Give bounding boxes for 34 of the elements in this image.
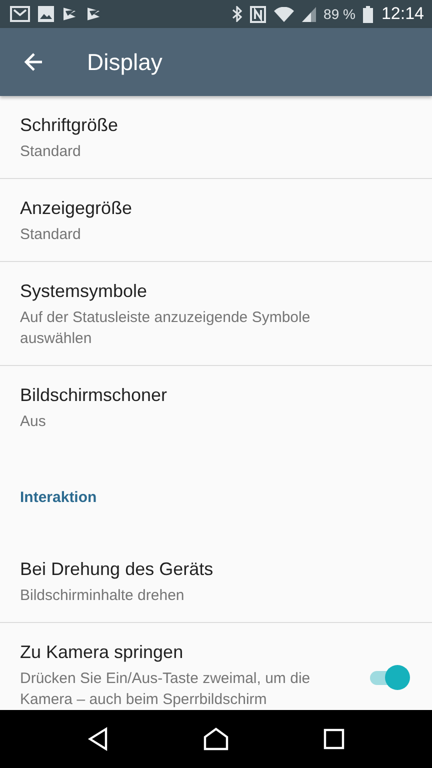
recents-icon[interactable] <box>323 728 345 750</box>
envelope-icon <box>10 6 30 22</box>
check-flag-icon <box>62 6 78 22</box>
setting-item[interactable]: Bei Drehung des Geräts Bildschirminhalte drehen <box>0 540 432 623</box>
setting-summary: Auf der Statusleiste anzuzeigende Symbole auswählen <box>20 308 312 349</box>
setting-item[interactable]: Anzeigegröße Standard <box>0 179 432 262</box>
image-icon <box>38 6 54 22</box>
setting-summary: Standard <box>20 225 82 245</box>
battery-icon <box>363 6 374 22</box>
setting-title: Anzeigegröße <box>20 197 134 220</box>
screen-title: Display <box>87 48 162 76</box>
wifi-icon <box>274 6 294 22</box>
nfc-icon <box>250 6 266 22</box>
setting-summary: Drücken Sie Ein/Aus-Taste zweimal, um die Kamera – auch beim Sperrbildschirm <box>20 669 312 710</box>
setting-item[interactable]: Systemsymbole Auf der Statusleiste anzuzeigende Symbole auswählen <box>0 262 432 366</box>
home-icon[interactable] <box>203 727 229 751</box>
setting-item[interactable]: Schriftgröße Standard <box>0 96 432 179</box>
setting-title: Systemsymbole <box>20 280 148 303</box>
setting-title: Zu Kamera springen <box>20 641 184 664</box>
bluetooth-icon <box>232 6 242 22</box>
battery-percentage: 89 % <box>324 6 356 22</box>
setting-title: Bildschirmschoner <box>20 384 168 407</box>
section-header: Interaktion <box>19 488 98 508</box>
clock-time: 12:14 <box>381 4 424 24</box>
setting-summary: Bildschirminhalte drehen <box>20 586 186 606</box>
setting-title: Schriftgröße <box>20 114 120 137</box>
setting-item[interactable]: Bildschirmschoner Aus <box>0 366 432 449</box>
setting-item[interactable]: Zu Kamera springen Drücken Sie Ein/Aus-Taste zweimal, um die Kamera – auch beim Sperrbildschirm <box>0 623 432 710</box>
setting-title: Bei Drehung des Geräts <box>20 558 214 581</box>
back-icon[interactable] <box>87 727 109 751</box>
check-flag-icon <box>86 6 102 22</box>
setting-summary: Aus <box>20 412 47 432</box>
signal-icon <box>302 6 316 22</box>
setting-summary: Standard <box>20 142 82 162</box>
